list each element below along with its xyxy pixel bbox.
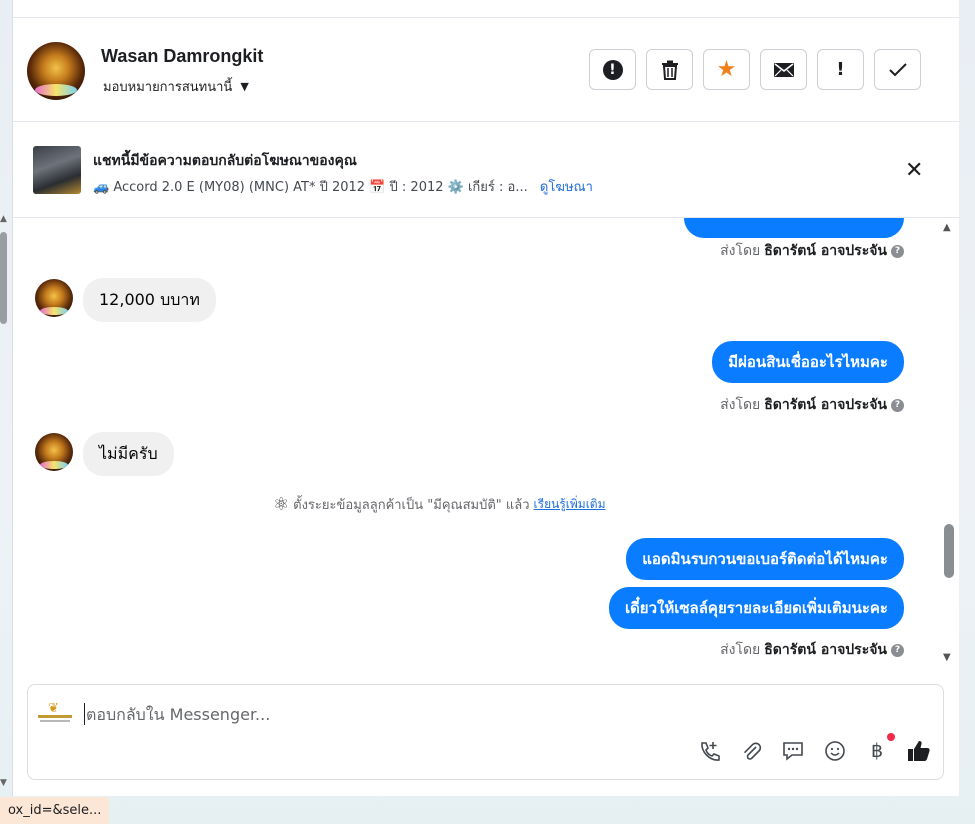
done-button[interactable] [874,49,921,90]
report-button[interactable]: ! [589,49,636,90]
composer-tools: ฿ [697,733,931,763]
sent-by-prefix: ส่งโดย [720,397,761,413]
page-scroll-down-icon[interactable]: ▼ [0,778,7,788]
star-icon: ★ [716,57,737,82]
conversation-panel: Wasan Damrongkit มอบหมายการสนทนานี้ ▼ ! … [12,0,960,796]
sent-by-prefix: ส่งโดย [720,243,761,259]
header-actions: ! ★ ! [589,49,921,90]
contact-avatar[interactable] [27,42,85,100]
payment-icon[interactable]: ฿ [865,733,895,763]
thread-scroll-up-icon[interactable]: ▲ [943,222,951,233]
sent-by-label: ส่งโดย ธิดารัตน์ อาจประจัน ? [720,240,904,262]
contact-avatar-small[interactable] [35,279,73,317]
view-ad-link[interactable]: ดูโฆษณา [540,180,593,195]
system-note: ⚛ ตั้งระยะข้อมูลลูกค้าเป็น "มีคุณสมบัติ"… [273,494,606,515]
page-scroll-up-icon[interactable]: ▲ [0,214,7,224]
system-note-text: ตั้งระยะข้อมูลลูกค้าเป็น "มีคุณสมบัติ" แ… [293,498,530,513]
sent-by-label: ส่งโดย ธิดารัตน์ อาจประจัน ? [720,394,904,416]
reply-input[interactable] [86,701,906,727]
wing-logo-icon: ❦ [48,701,59,716]
caret-down-icon: ▼ [240,80,249,93]
contact-name[interactable]: Wasan Damrongkit [101,46,263,67]
sent-by-label: ส่งโดย ธิดารัตน์ อาจประจัน ? [720,639,904,661]
top-strip [13,0,959,18]
incoming-message[interactable]: 12,000 บบาท [83,278,216,322]
alert-circle-icon: ! [602,59,623,80]
notification-dot [887,733,895,741]
ad-detail-text: 🚙 Accord 2.0 E (MY08) (MNC) AT* ปี 2012 … [93,180,528,195]
outgoing-message-partial[interactable] [684,218,904,238]
saved-reply-icon[interactable] [781,739,805,763]
page-logo: ❦ [38,699,72,725]
message-thread: ส่งโดย ธิดารัตน์ อาจประจัน ? 12,000 บบาท… [13,218,960,668]
ad-banner-detail: 🚙 Accord 2.0 E (MY08) (MNC) AT* ปี 2012 … [93,176,593,197]
ad-thumbnail[interactable] [33,146,81,194]
contact-avatar-small[interactable] [35,433,73,471]
conversation-header: Wasan Damrongkit มอบหมายการสนทนานี้ ▼ ! … [13,18,960,122]
thread-scrollbar-thumb[interactable] [944,524,954,578]
delete-button[interactable] [646,49,693,90]
incoming-message[interactable]: ไม่มีครับ [83,432,174,476]
atom-icon: ⚛ [273,494,290,515]
star-button[interactable]: ★ [703,49,750,90]
assign-label: มอบหมายการสนทนานี้ [103,80,233,95]
ad-reply-banner: แชทนี้มีข้อความตอบกลับต่อโฆษณาของคุณ 🚙 A… [13,122,960,218]
thread-scroll-down-icon[interactable]: ▼ [943,652,951,663]
outgoing-message[interactable]: แอดมินรบกวนขอเบอร์ติดต่อได้ไหมคะ [626,538,904,580]
help-icon[interactable]: ? [891,398,904,412]
text-cursor [84,703,85,725]
mark-unread-button[interactable] [760,49,807,90]
close-icon[interactable]: ✕ [905,158,923,183]
assign-dropdown[interactable]: มอบหมายการสนทนานี้ ▼ [103,76,249,97]
trash-icon [661,60,678,80]
outgoing-message[interactable]: เดี๋ยวให้เซลล์คุยรายละเอียดเพิ่มเติมนะคะ [608,587,904,629]
agent-name: ธิดารัตน์ อาจประจัน [764,243,887,259]
agent-name: ธิดารัตน์ อาจประจัน [764,642,887,658]
reply-composer: ❦ ฿ [27,684,944,780]
agent-name: ธิดารัตน์ อาจประจัน [764,397,887,413]
envelope-icon [773,62,794,77]
like-icon[interactable] [907,739,931,763]
check-icon [888,62,907,76]
help-icon[interactable]: ? [891,244,904,258]
help-icon[interactable]: ? [891,643,904,657]
status-bar-url: ox_id=&sele... [0,797,110,824]
sent-by-prefix: ส่งโดย [720,642,761,658]
emoji-icon[interactable] [823,739,847,763]
learn-more-link[interactable]: เรียนรู้เพิ่มเติม [534,495,606,514]
outgoing-message[interactable]: มีผ่อนสินเชื่ออะไรไหมคะ [712,341,904,383]
ad-banner-title: แชทนี้มีข้อความตอบกลับต่อโฆษณาของคุณ [93,153,357,169]
add-call-icon[interactable] [697,739,721,763]
important-button[interactable]: ! [817,49,864,90]
page-scrollbar-thumb[interactable] [0,232,7,324]
attachment-icon[interactable] [739,739,763,763]
exclamation-icon: ! [836,59,845,80]
